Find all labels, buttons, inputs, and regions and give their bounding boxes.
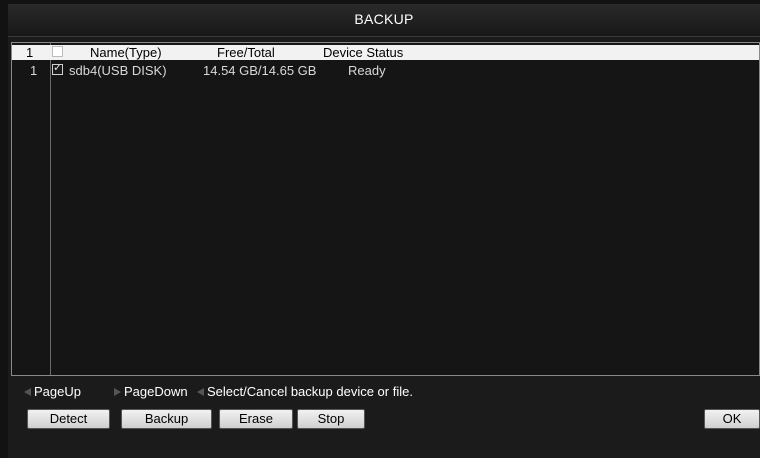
window-title: BACKUP <box>8 4 760 37</box>
row-device-name: sdb4(USB DISK) <box>69 63 167 78</box>
checkmark-icon: ✓ <box>53 62 63 74</box>
select-all-checkbox[interactable] <box>52 46 63 57</box>
hint-text: Select/Cancel backup device or file. <box>207 384 413 399</box>
page-down-link[interactable]: PageDown <box>124 384 188 400</box>
row-checkbox[interactable]: ✓ <box>52 62 63 75</box>
detect-button[interactable]: Detect <box>27 409 110 429</box>
column-divider <box>50 43 51 375</box>
backup-window: BACKUP 1 Name(Type) Free/Total Device St… <box>8 4 760 458</box>
row-device-status: Ready <box>348 63 386 78</box>
right-arrow-icon[interactable] <box>114 388 121 396</box>
header-device-status: Device Status <box>323 45 404 60</box>
table-header-row: 1 Name(Type) Free/Total Device Status <box>12 45 759 60</box>
row-index: 1 <box>30 63 38 78</box>
header-name: Name(Type) <box>90 45 162 60</box>
separator-arrow-icon <box>197 388 204 396</box>
device-table: 1 Name(Type) Free/Total Device Status 1 … <box>11 42 760 376</box>
ok-button[interactable]: OK <box>704 409 760 429</box>
row-free-total: 14.54 GB/14.65 GB <box>203 63 317 78</box>
page-up-link[interactable]: PageUp <box>34 384 81 400</box>
table-row[interactable]: 1 ✓ sdb4(USB DISK) 14.54 GB/14.65 GB Rea… <box>12 62 759 79</box>
header-index: 1 <box>26 45 34 60</box>
left-arrow-icon[interactable] <box>24 388 31 396</box>
header-free-total: Free/Total <box>217 45 275 60</box>
stop-button[interactable]: Stop <box>297 409 365 429</box>
backup-button[interactable]: Backup <box>121 409 212 429</box>
erase-button[interactable]: Erase <box>219 409 293 429</box>
